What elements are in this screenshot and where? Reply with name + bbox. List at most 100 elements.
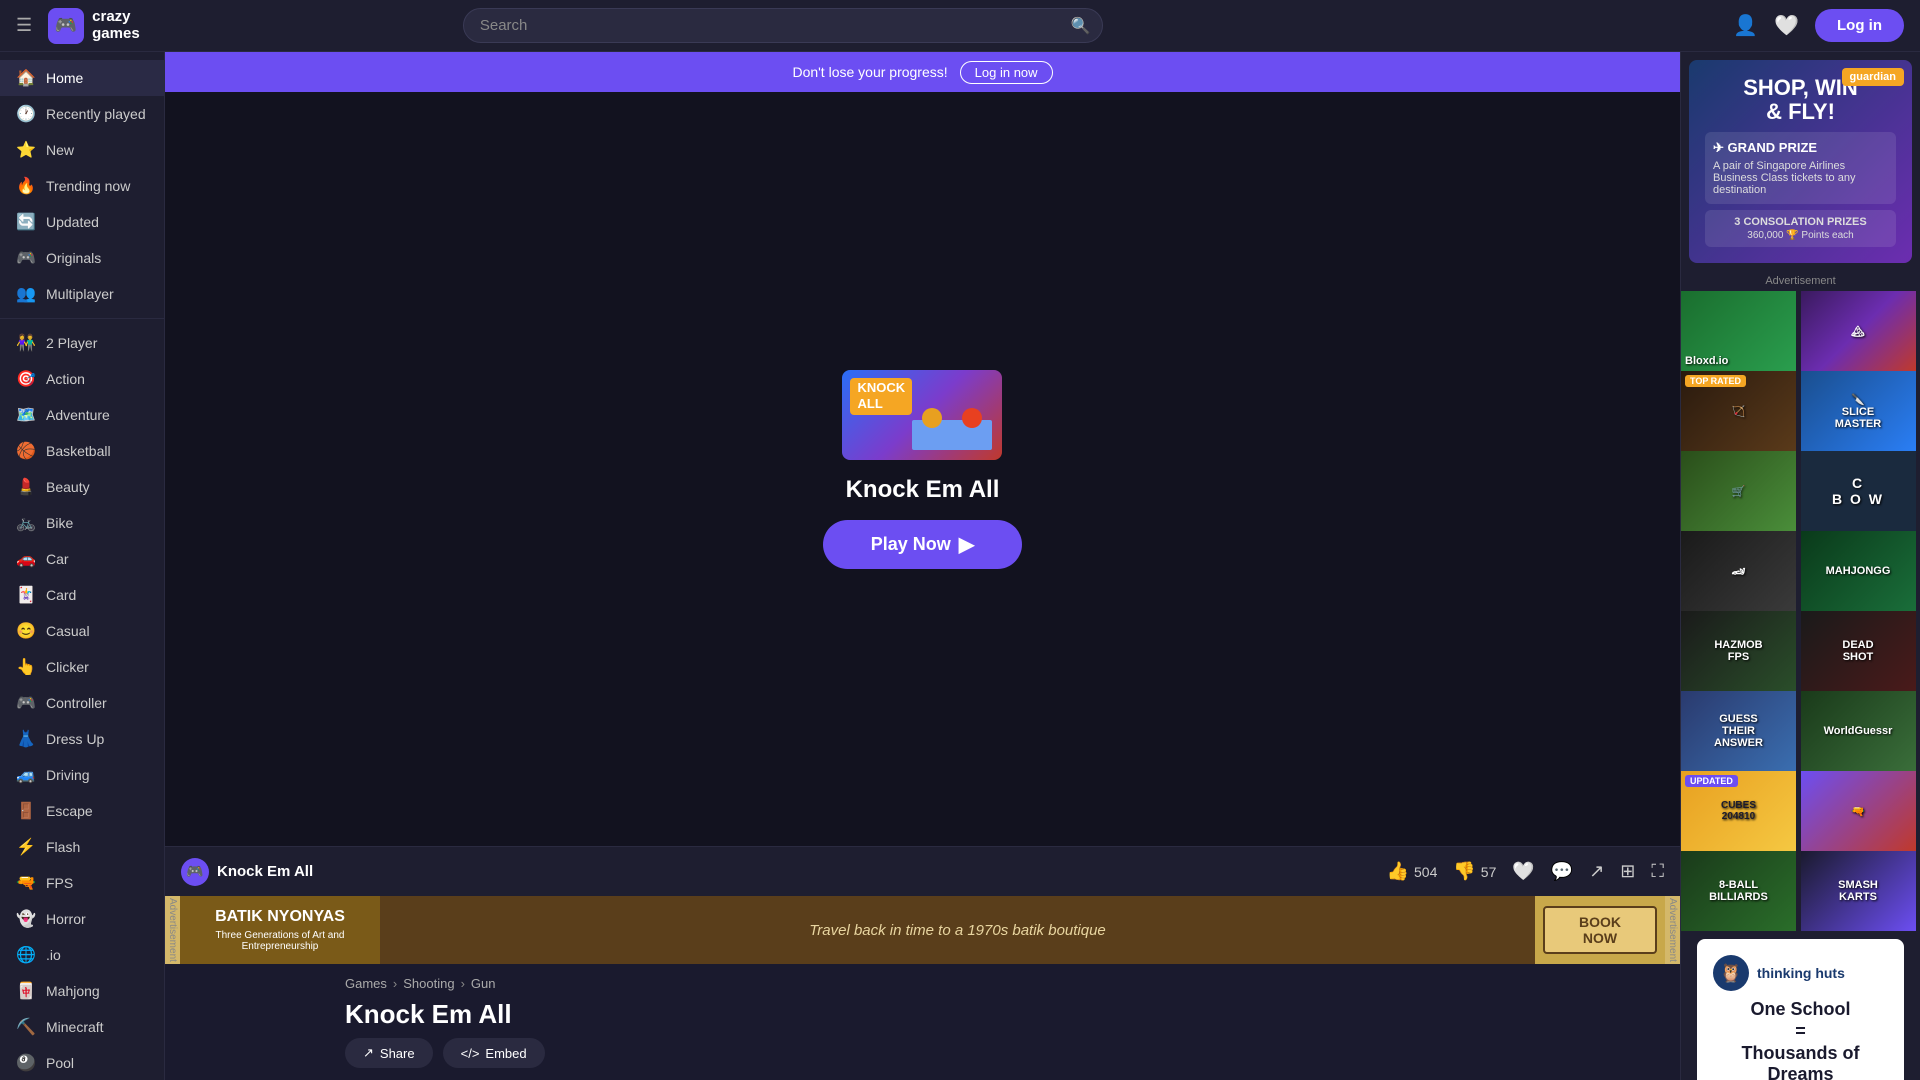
game-thumb-deadshot[interactable]: DEADSHOT (1801, 611, 1920, 691)
sidebar-item-minecraft[interactable]: ⛏️ Minecraft (0, 1009, 164, 1045)
favorites-icon[interactable]: 🤍 (1774, 13, 1799, 38)
sidebar-item-multiplayer[interactable]: 👥 Multiplayer (0, 276, 164, 312)
login-button[interactable]: Log in (1815, 9, 1904, 42)
login-now-button[interactable]: Log in now (960, 61, 1053, 84)
game-thumb-billiards[interactable]: 8-BALLBILLIARDS (1681, 851, 1801, 931)
th-header: 🦉 thinking huts (1713, 955, 1888, 991)
multiplayer-icon: 👥 (16, 284, 36, 304)
ad-label-left: Advertisement (165, 896, 180, 964)
home-icon: 🏠 (16, 68, 36, 88)
game-thumb-toprated[interactable]: 🏹 TOP RATED (1681, 371, 1801, 451)
slice-thumb: 🔪SLICEMASTER (1801, 371, 1916, 451)
game-thumb-bloxd[interactable]: Bloxd.io (1681, 291, 1801, 371)
logo[interactable]: 🎮 crazygames (48, 8, 140, 44)
sidebar-item-trending[interactable]: 🔥 Trending now (0, 168, 164, 204)
sidebar-item-dressup[interactable]: 👗 Dress Up (0, 721, 164, 757)
sidebar-item-card[interactable]: 🃏 Card (0, 577, 164, 613)
menu-icon[interactable]: ☰ (16, 15, 32, 36)
sidebar-item-mahjong[interactable]: 🀄 Mahjong (0, 973, 164, 1009)
sidebar-item-adventure[interactable]: 🗺️ Adventure (0, 397, 164, 433)
sidebar-item-mahjong-label: Mahjong (46, 983, 100, 999)
favorite-action[interactable]: 🤍 (1512, 861, 1534, 882)
game-thumb-cbow[interactable]: CB O W (1801, 451, 1920, 531)
fullscreen-action[interactable]: ⊞ (1620, 861, 1635, 882)
share-action[interactable]: ↗ (1589, 861, 1604, 882)
share-button[interactable]: ↗ Share (345, 1038, 433, 1068)
consolation-text: 360,000 🏆 Points each (1711, 230, 1890, 241)
sidebar-item-casual[interactable]: 😊 Casual (0, 613, 164, 649)
comment-action[interactable]: 💬 (1551, 861, 1573, 882)
breadcrumb-shooting[interactable]: Shooting (403, 976, 454, 991)
game-thumb-wom[interactable]: 🏔 (1801, 291, 1920, 371)
game-thumb-guess[interactable]: GUESSTHEIRANSWER (1681, 691, 1801, 771)
sidebar-item-escape[interactable]: 🚪 Escape (0, 793, 164, 829)
game-thumb-worldguessr[interactable]: WorldGuessr (1801, 691, 1920, 771)
sidebar-item-recently-played[interactable]: 🕐 Recently played (0, 96, 164, 132)
share-icon-btn: ↗ (363, 1045, 374, 1061)
io-icon: 🌐 (16, 945, 36, 965)
game-thumb-supermarket[interactable]: 🛒 (1681, 451, 1801, 531)
sidebar-item-new[interactable]: ⭐ New (0, 132, 164, 168)
game-thumb-slice[interactable]: 🔪SLICEMASTER (1801, 371, 1920, 451)
sidebar-item-beauty[interactable]: 💄 Beauty (0, 469, 164, 505)
driving-icon: 🚙 (16, 765, 36, 785)
game-thumb-smashkarts[interactable]: SMASHKARTS (1801, 851, 1920, 931)
sidebar-item-pool[interactable]: 🎱 Pool (0, 1045, 164, 1080)
worldguessr-thumb: WorldGuessr (1801, 691, 1916, 771)
profile-icon[interactable]: 👤 (1733, 13, 1758, 38)
sidebar-item-bike[interactable]: 🚲 Bike (0, 505, 164, 541)
search-input[interactable] (463, 8, 1103, 43)
ad-label-right-sidebar: Advertisement (1681, 271, 1920, 291)
breadcrumb-gun[interactable]: Gun (471, 976, 496, 991)
like-action[interactable]: 👍 504 (1387, 861, 1438, 882)
play-now-button[interactable]: Play Now ▶ (823, 520, 1022, 569)
ad-label-right: Advertisement (1665, 896, 1680, 964)
game-thumb-mahjong[interactable]: MAHJONGG (1801, 531, 1920, 611)
play-now-label: Play Now (871, 534, 951, 555)
sidebar-item-updated[interactable]: 🔄 Updated (0, 204, 164, 240)
bike-icon: 🚲 (16, 513, 36, 533)
updated-icon: 🔄 (16, 212, 36, 232)
sidebar-item-flash-label: Flash (46, 839, 80, 855)
sidebar-item-horror[interactable]: 👻 Horror (0, 901, 164, 937)
sidebar-item-flash[interactable]: ⚡ Flash (0, 829, 164, 865)
embed-button[interactable]: </> Embed (443, 1038, 545, 1068)
sidebar-item-driving[interactable]: 🚙 Driving (0, 757, 164, 793)
smashkarts-thumb: SMASHKARTS (1801, 851, 1916, 931)
billiards-thumb: 8-BALLBILLIARDS (1681, 851, 1796, 931)
sidebar-item-home-label: Home (46, 70, 83, 86)
game-thumb-cubes[interactable]: CUBES204810 UPDATED (1681, 771, 1801, 851)
sidebar-item-basketball[interactable]: 🏀 Basketball (0, 433, 164, 469)
breadcrumb-games[interactable]: Games (345, 976, 387, 991)
sidebar-item-originals[interactable]: 🎮 Originals (0, 240, 164, 276)
game-thumb-racing[interactable]: 🏎 (1681, 531, 1801, 611)
book-now-button[interactable]: BOOK NOW (1543, 906, 1657, 954)
card-icon: 🃏 (16, 585, 36, 605)
game-title: Knock Em All (846, 476, 1000, 504)
sidebar-item-home[interactable]: 🏠 Home (0, 60, 164, 96)
sidebar-item-car[interactable]: 🚗 Car (0, 541, 164, 577)
sidebar-item-controller[interactable]: 🎮 Controller (0, 685, 164, 721)
sidebar-item-io[interactable]: 🌐 .io (0, 937, 164, 973)
new-icon: ⭐ (16, 140, 36, 160)
header-right: 👤 🤍 Log in (1733, 9, 1904, 42)
sidebar-item-2player[interactable]: 👫 2 Player (0, 325, 164, 361)
action-icon: 🎯 (16, 369, 36, 389)
game-thumb-hazmob[interactable]: HAZMOBFPS (1681, 611, 1801, 691)
top-rated-badge: TOP RATED (1685, 375, 1746, 387)
grand-prize-text: A pair of Singapore Airlines Business Cl… (1713, 160, 1888, 196)
sidebar-item-beauty-label: Beauty (46, 479, 90, 495)
horror-icon: 👻 (16, 909, 36, 929)
sidebar-item-pool-label: Pool (46, 1055, 74, 1071)
wom-thumb: 🏔 (1801, 291, 1916, 371)
search-icon[interactable]: 🔍 (1071, 16, 1091, 36)
sidebar-item-fps[interactable]: 🔫 FPS (0, 865, 164, 901)
heart-icon: 🤍 (1512, 861, 1534, 882)
sidebar-item-action[interactable]: 🎯 Action (0, 361, 164, 397)
game-thumb-fps[interactable]: 🔫 (1801, 771, 1920, 851)
dislike-action[interactable]: 👎 57 (1453, 861, 1496, 882)
below-game: Advertisement BATIK NYONYAS Three Genera… (165, 896, 1680, 1080)
deadshot-thumb: DEADSHOT (1801, 611, 1916, 691)
sidebar-item-clicker[interactable]: 👆 Clicker (0, 649, 164, 685)
expand-action[interactable]: ⛶ (1651, 861, 1664, 882)
